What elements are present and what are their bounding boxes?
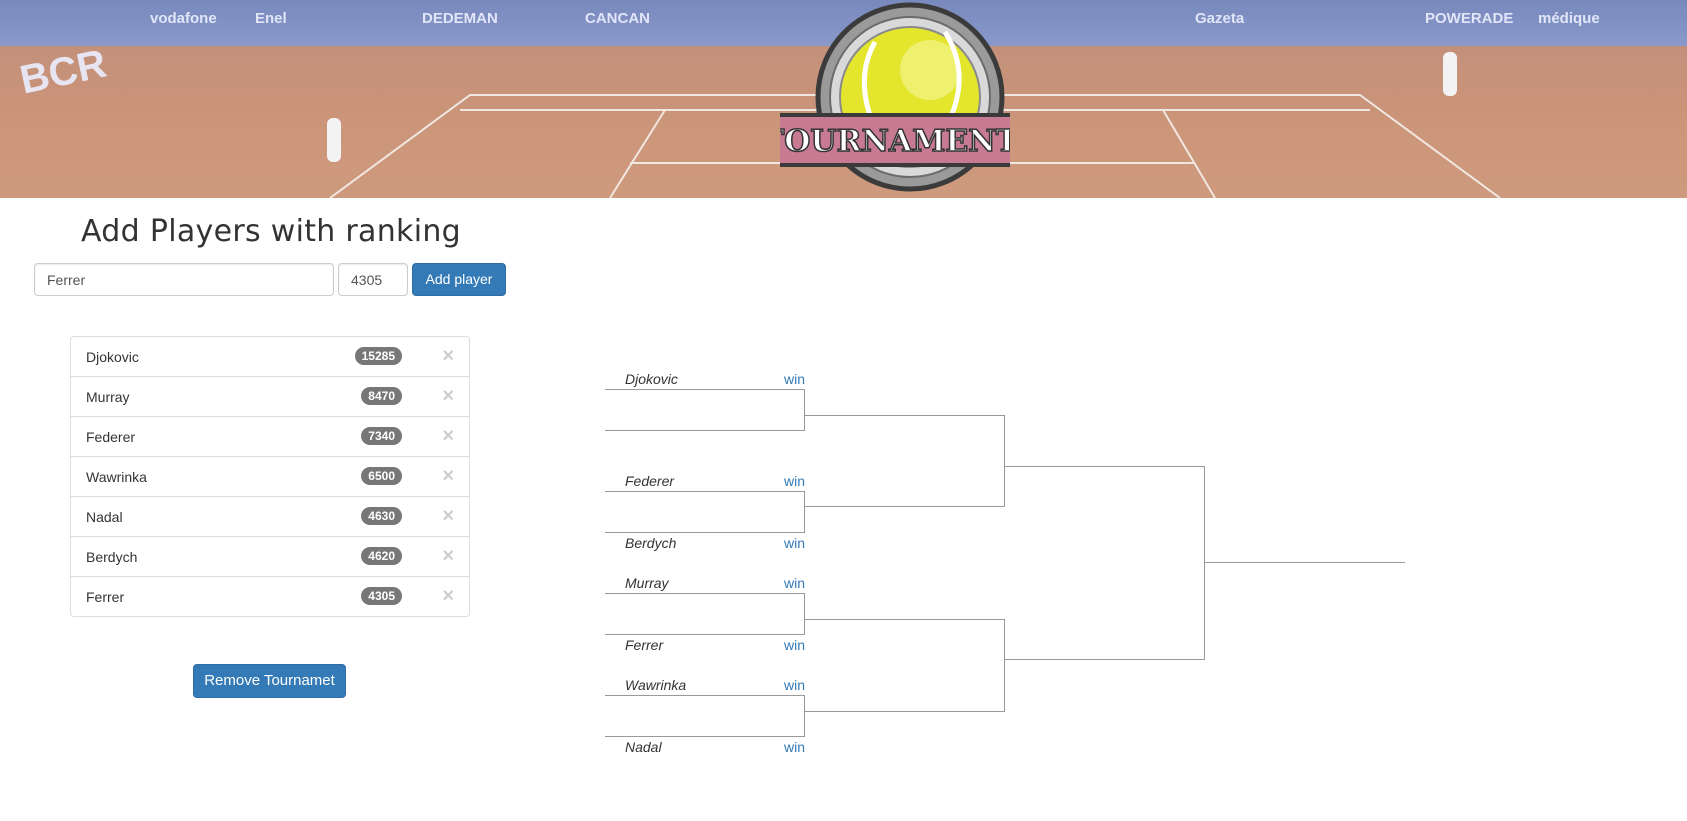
player-name-input[interactable] — [34, 263, 334, 296]
win-link[interactable]: win — [784, 739, 805, 755]
bracket-line — [804, 593, 805, 635]
player-ranking-input[interactable] — [338, 263, 408, 296]
close-icon[interactable]: × — [442, 426, 454, 446]
player-list: Djokovic 15285 × Murray 8470 × Federer 7… — [70, 336, 470, 617]
bracket-player-name: Wawrinka — [625, 677, 687, 693]
bracket-line — [805, 415, 1005, 416]
header-banner: BCR vodafone Enel DEDEMAN CANCAN Gazeta … — [0, 0, 1687, 198]
ranking-badge: 15285 — [354, 347, 402, 365]
ranking-badge: 4620 — [361, 547, 402, 565]
close-icon[interactable]: × — [442, 346, 454, 366]
bracket-line — [804, 389, 805, 431]
bracket-line — [805, 506, 1005, 507]
player-name: Wawrinka — [86, 469, 147, 485]
win-link[interactable]: win — [784, 677, 805, 693]
tournament-logo: TOURNAMENT — [780, 2, 1010, 192]
bracket-line — [805, 619, 1005, 620]
logo-text: TOURNAMENT — [780, 124, 1010, 159]
win-link[interactable]: win — [784, 575, 805, 591]
bracket-line — [605, 593, 805, 594]
player-name: Nadal — [86, 509, 123, 525]
player-name: Ferrer — [86, 589, 125, 605]
bracket-line — [805, 711, 1005, 712]
close-icon[interactable]: × — [442, 506, 454, 526]
bracket-player-name: Murray — [625, 575, 669, 591]
ranking-badge: 4305 — [361, 587, 402, 605]
bracket-line — [605, 430, 805, 431]
list-item: Djokovic 15285 × — [70, 336, 470, 377]
page-title: Add Players with ranking — [81, 214, 462, 249]
bracket-player-name: Federer — [625, 473, 675, 489]
ranking-badge: 4630 — [361, 507, 402, 525]
player-name: Murray — [86, 389, 130, 405]
bracket-line — [1005, 466, 1205, 467]
bracket-line — [804, 695, 805, 737]
bracket-line — [1004, 415, 1005, 507]
player-name: Berdych — [86, 549, 138, 565]
win-link[interactable]: win — [784, 637, 805, 653]
ranking-badge: 7340 — [361, 427, 402, 445]
bracket-line — [1005, 659, 1205, 660]
win-link[interactable]: win — [784, 371, 805, 387]
bracket-player-name: Ferrer — [625, 637, 664, 653]
list-item: Murray 8470 × — [70, 376, 470, 417]
bracket-player-name: Nadal — [625, 739, 662, 755]
list-item: Berdych 4620 × — [70, 536, 470, 577]
bracket-line — [1004, 619, 1005, 712]
bracket-line — [605, 491, 805, 492]
bracket-line — [605, 532, 805, 533]
ranking-badge: 8470 — [361, 387, 402, 405]
bracket-line — [1205, 562, 1405, 563]
player-name: Federer — [86, 429, 136, 445]
bracket-player-name: Berdych — [625, 535, 677, 551]
close-icon[interactable]: × — [442, 546, 454, 566]
close-icon[interactable]: × — [442, 586, 454, 606]
win-link[interactable]: win — [784, 473, 805, 489]
bracket-line — [1204, 466, 1205, 660]
list-item: Wawrinka 6500 × — [70, 456, 470, 497]
list-item: Nadal 4630 × — [70, 496, 470, 537]
bracket-line — [605, 634, 805, 635]
list-item: Federer 7340 × — [70, 416, 470, 457]
list-item: Ferrer 4305 × — [70, 576, 470, 617]
bracket-line — [605, 389, 805, 390]
bracket-line — [605, 736, 805, 737]
close-icon[interactable]: × — [442, 466, 454, 486]
bracket-line — [804, 491, 805, 533]
add-player-button[interactable]: Add player — [412, 263, 506, 296]
ranking-badge: 6500 — [361, 467, 402, 485]
bracket-player-name: Djokovic — [625, 371, 678, 387]
win-link[interactable]: win — [784, 535, 805, 551]
close-icon[interactable]: × — [442, 386, 454, 406]
player-name: Djokovic — [86, 349, 139, 365]
remove-tournament-button[interactable]: Remove Tournamet — [193, 664, 346, 698]
bracket-line — [605, 695, 805, 696]
